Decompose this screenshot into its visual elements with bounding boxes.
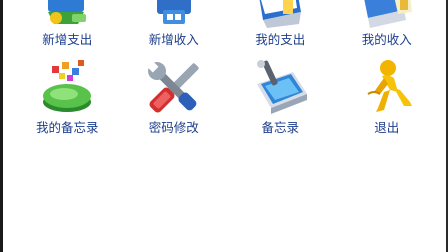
menu-label: 密码修改 [148,120,199,135]
app-screen: 新增支出 新增收入 我的支出 我的收入 我的备忘录 密码修改 备忘录 退出 [0,0,448,252]
memo-icon [257,60,308,114]
menu-label: 我的收入 [361,32,412,47]
menu-item-add-income[interactable]: 新增收入 [121,0,228,50]
menu-item-my-expense[interactable]: 我的支出 [227,0,334,50]
my-expense-icon [259,0,302,28]
menu-label: 我的备忘录 [35,120,99,135]
add-income-icon [156,0,191,24]
menu-item-my-memo[interactable]: 我的备忘录 [14,50,121,136]
menu-label: 新增收入 [148,32,199,47]
tools-icon [146,61,199,113]
my-income-icon [364,0,412,28]
menu-item-change-password[interactable]: 密码修改 [121,50,228,136]
menu-item-exit[interactable]: 退出 [334,50,441,136]
menu-label: 我的支出 [255,32,306,47]
menu-label: 新增支出 [42,32,93,47]
exit-person-icon [367,60,412,112]
menu-item-add-expense[interactable]: 新增支出 [14,0,121,50]
main-menu-grid: 新增支出 新增收入 我的支出 我的收入 我的备忘录 密码修改 备忘录 退出 [14,0,440,136]
menu-item-my-income[interactable]: 我的收入 [334,0,441,50]
add-expense-icon [48,0,87,24]
menu-label: 退出 [374,120,400,135]
menu-label: 备忘录 [261,120,299,135]
pie-chart-icon [43,60,92,112]
menu-item-memo[interactable]: 备忘录 [227,50,334,136]
screen-border-left [0,0,3,252]
